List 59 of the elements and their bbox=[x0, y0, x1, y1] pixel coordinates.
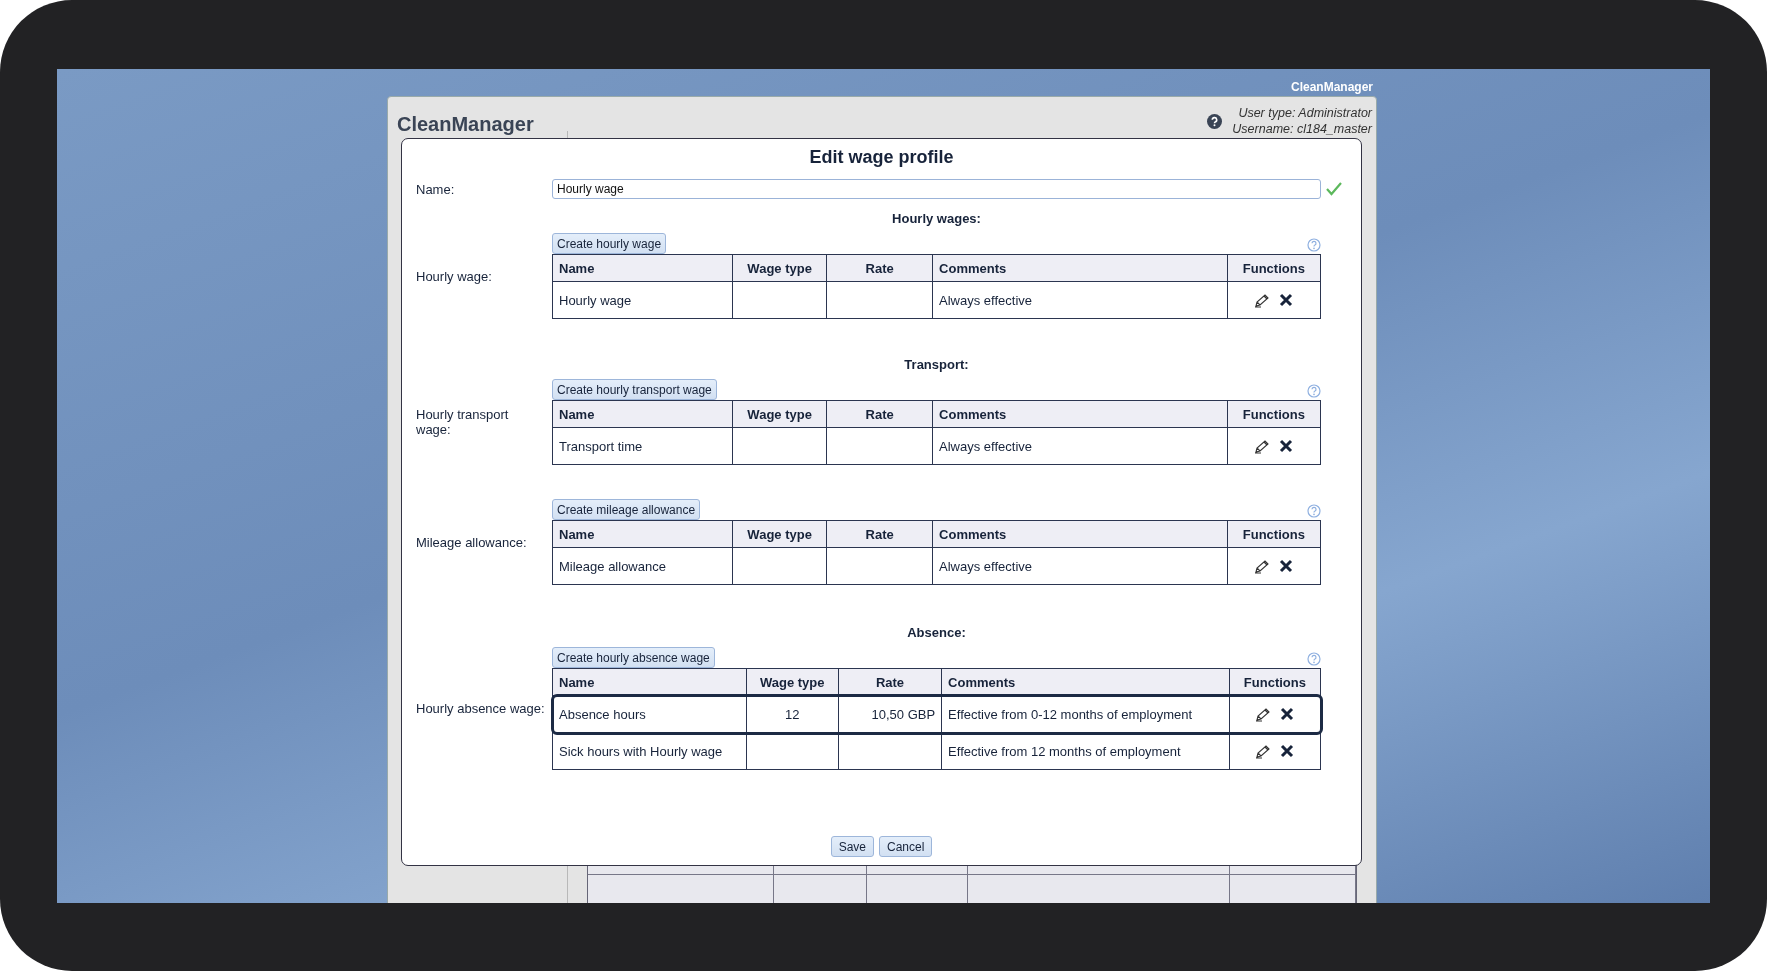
table-cell: Always effective bbox=[932, 427, 1228, 465]
field-label: Hourly wage: bbox=[416, 268, 493, 284]
cancel-button[interactable]: Cancel bbox=[879, 836, 933, 857]
username-text: Username: cl184_master bbox=[1232, 121, 1372, 137]
section-heading: Absence: bbox=[906, 625, 967, 640]
table-cell: Sick hours with Hourly wage bbox=[552, 732, 747, 770]
create-button[interactable]: Create hourly absence wage bbox=[552, 647, 715, 668]
table-row[interactable]: Mileage allowance Always effective bbox=[552, 547, 1321, 585]
delete-icon[interactable] bbox=[1280, 707, 1295, 721]
column-header: Name bbox=[552, 400, 733, 428]
column-header: Rate bbox=[826, 520, 933, 548]
column-header: Name bbox=[552, 520, 733, 548]
field-label: Mileage allowance: bbox=[416, 534, 528, 550]
create-button[interactable]: Create hourly transport wage bbox=[552, 379, 717, 400]
field-label: Hourly absence wage: bbox=[416, 701, 546, 716]
delete-icon[interactable] bbox=[1280, 744, 1295, 758]
app-name-label: CleanManager bbox=[1290, 80, 1373, 94]
column-header: Functions bbox=[1227, 400, 1321, 428]
column-header: Comments bbox=[941, 668, 1230, 696]
column-header: Name bbox=[552, 254, 733, 282]
column-header: Wage type bbox=[732, 400, 827, 428]
table-cell: Transport time bbox=[552, 427, 733, 465]
delete-icon[interactable] bbox=[1279, 293, 1294, 307]
table-cell: Mileage allowance bbox=[552, 547, 733, 585]
dialog-title: Edit wage profile bbox=[808, 147, 955, 169]
column-header: Comments bbox=[932, 400, 1228, 428]
table-cell: Effective from 12 months of employment bbox=[941, 732, 1230, 770]
column-header: Rate bbox=[826, 254, 933, 282]
create-button[interactable]: Create mileage allowance bbox=[552, 499, 701, 520]
column-header: Name bbox=[552, 668, 747, 696]
column-header: Functions bbox=[1229, 668, 1321, 696]
create-button[interactable]: Create hourly wage bbox=[552, 233, 667, 254]
table-cell: Always effective bbox=[932, 281, 1228, 319]
name-field[interactable]: Hourly wage bbox=[552, 179, 1321, 199]
save-button[interactable]: Save bbox=[830, 836, 874, 857]
column-header: Comments bbox=[932, 520, 1228, 548]
help-icon[interactable] bbox=[1207, 113, 1223, 129]
table-row[interactable]: Transport time Always effective bbox=[552, 427, 1321, 465]
column-header: Rate bbox=[826, 400, 933, 428]
app-title: CleanManager bbox=[397, 113, 534, 136]
column-header: Rate bbox=[838, 668, 942, 696]
delete-icon[interactable] bbox=[1279, 439, 1294, 453]
section-heading: Transport: bbox=[903, 357, 970, 372]
column-header: Wage type bbox=[732, 520, 827, 548]
column-header: Comments bbox=[932, 254, 1228, 282]
column-header: Functions bbox=[1227, 520, 1321, 548]
column-header: Wage type bbox=[746, 668, 839, 696]
column-header: Wage type bbox=[732, 254, 827, 282]
field-label: Hourly transport wage: bbox=[416, 407, 510, 437]
table-row[interactable]: Hourly wage Always effective bbox=[552, 281, 1321, 319]
section-heading: Hourly wages: bbox=[891, 211, 982, 226]
user-type-text: User type: Administrator bbox=[1238, 105, 1372, 121]
table-cell: Always effective bbox=[932, 547, 1228, 585]
table-row[interactable]: Absence hours 12 10,50 GBP Effective from 0-12 months of employment bbox=[552, 695, 1321, 733]
column-header: Functions bbox=[1227, 254, 1321, 282]
field-label: Name: bbox=[416, 181, 456, 197]
table-cell: Hourly wage bbox=[552, 281, 733, 319]
table-row[interactable]: Sick hours with Hourly wage Effective from 12 months of employment bbox=[552, 732, 1321, 770]
delete-icon[interactable] bbox=[1279, 559, 1294, 573]
